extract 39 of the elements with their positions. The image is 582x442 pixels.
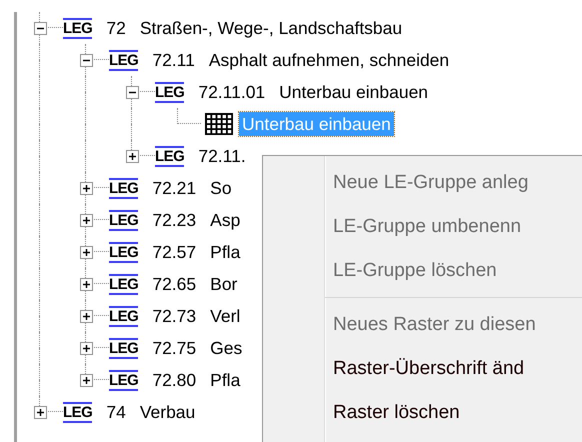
group-code: 72.80 — [152, 368, 196, 392]
group-title: Ges — [210, 336, 242, 360]
expand-toggle[interactable] — [80, 246, 92, 258]
group-code: 72.21 — [152, 176, 196, 200]
group-code: 72.23 — [152, 208, 196, 232]
group-title: Verl — [210, 304, 240, 328]
group-title: Pfla — [210, 240, 240, 264]
menu-item[interactable]: Raster löschen — [263, 391, 582, 435]
group-code: 72.11.01 — [198, 80, 266, 104]
collapse-toggle[interactable] — [80, 54, 92, 66]
expand-toggle[interactable] — [80, 342, 92, 354]
group-title: Unterbau einbauen — [279, 80, 428, 104]
expand-toggle[interactable] — [80, 374, 92, 386]
group-title: Pfla — [210, 368, 240, 392]
expand-toggle[interactable] — [80, 278, 92, 290]
group-code: 72.65 — [152, 272, 196, 296]
collapse-toggle[interactable] — [34, 22, 46, 34]
group-code: 72 — [106, 16, 126, 40]
expand-toggle[interactable] — [80, 310, 92, 322]
group-title: Straßen-, Wege-, Landschaftsbau — [140, 16, 402, 40]
group-title: Verbau — [140, 400, 196, 424]
grid-icon — [205, 113, 233, 135]
expand-toggle[interactable] — [126, 150, 138, 162]
expand-toggle[interactable] — [80, 182, 92, 194]
group-title: Asp — [210, 208, 240, 232]
group-code: 72.73 — [152, 304, 196, 328]
group-title: So — [210, 176, 232, 200]
group-title: Bor — [210, 272, 238, 296]
group-code: 72.11. — [198, 144, 246, 168]
expand-toggle[interactable] — [34, 406, 46, 418]
group-code: 74 — [106, 400, 126, 424]
group-title: Asphalt aufnehmen, schneiden — [208, 48, 450, 72]
tree-item[interactable]: Unterbau einbauen — [239, 112, 394, 136]
collapse-toggle[interactable] — [126, 86, 138, 98]
group-code: 72.57 — [152, 240, 196, 264]
group-code: 72.11 — [152, 48, 195, 72]
expand-toggle[interactable] — [80, 214, 92, 226]
group-code: 72.75 — [152, 336, 196, 360]
menu-item[interactable]: Raster-Überschrift änd — [263, 347, 582, 391]
